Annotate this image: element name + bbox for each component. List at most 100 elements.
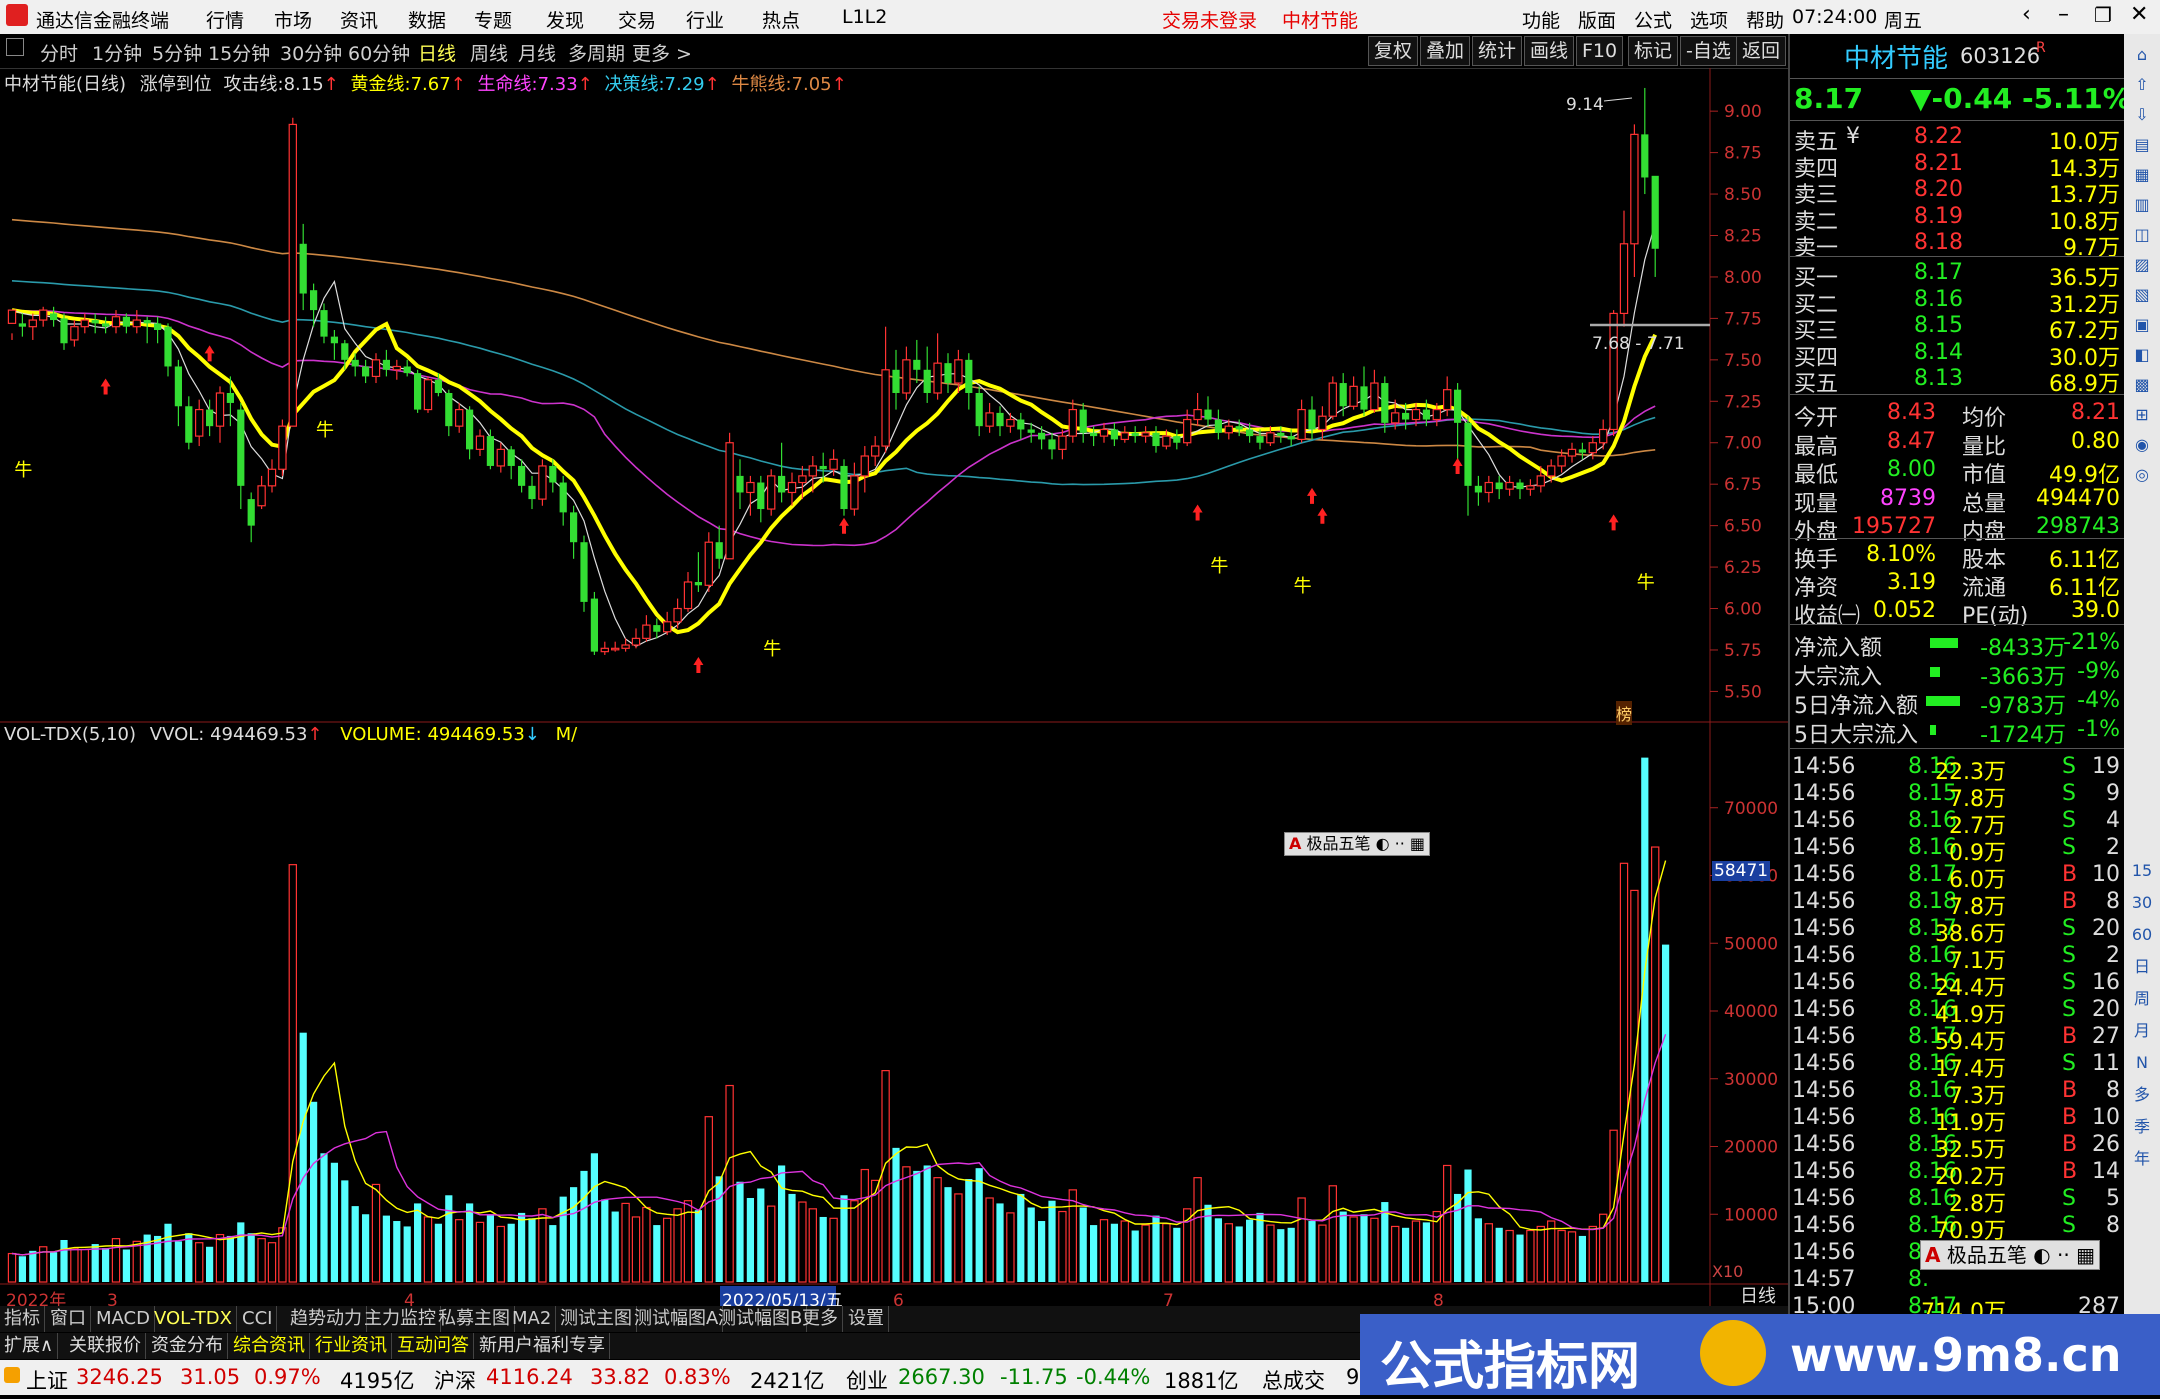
sidebar-period-7[interactable]: 多 [2131, 1084, 2153, 1106]
cy-label[interactable]: 创业 [846, 1365, 888, 1395]
sh-label[interactable]: 上证 [26, 1365, 68, 1395]
volume-bar[interactable] [382, 1215, 390, 1282]
sidebar-tool-icon[interactable]: ▣ [2131, 314, 2153, 336]
candle-body[interactable] [766, 475, 776, 510]
volume-bar[interactable] [819, 1216, 827, 1282]
volume-bar[interactable] [362, 1214, 370, 1282]
volume-bar[interactable] [1370, 1217, 1379, 1283]
candle-body[interactable] [1131, 432, 1139, 437]
candle-body[interactable] [362, 366, 370, 377]
chart-button-0[interactable]: 复权 [1368, 36, 1419, 66]
sidebar-period-0[interactable]: 15 [2131, 860, 2153, 882]
volume-bar[interactable] [528, 1218, 536, 1282]
volume-bar[interactable] [1131, 1230, 1139, 1282]
volume-bar[interactable] [590, 1153, 598, 1282]
candle-body[interactable] [621, 644, 630, 649]
menu-item-5[interactable]: 发现 [546, 6, 584, 33]
sidebar-tool-icon[interactable]: ◉ [2131, 434, 2153, 456]
menu-item-7[interactable]: 行业 [686, 6, 724, 33]
candle-body[interactable] [466, 409, 474, 450]
sidebar-tool-icon[interactable]: ⊞ [2131, 404, 2153, 426]
volume-bar[interactable] [18, 1256, 26, 1282]
menu-item-6[interactable]: 交易 [618, 6, 656, 33]
candle-body[interactable] [50, 313, 58, 321]
candle-body[interactable] [528, 485, 536, 500]
candle-body[interactable] [1588, 442, 1597, 454]
volume-bar[interactable] [1339, 1211, 1347, 1282]
candle-body[interactable] [673, 607, 682, 623]
sidebar-period-8[interactable]: 季 [2131, 1116, 2153, 1138]
candle-body[interactable] [1598, 428, 1608, 444]
volume-bar[interactable] [102, 1248, 110, 1282]
period-tab-10[interactable]: 更多 > [632, 39, 692, 66]
candle-body[interactable] [965, 359, 973, 393]
indicator-tab-4[interactable]: CCI [238, 1306, 278, 1332]
candle-body[interactable] [746, 481, 755, 494]
candle-body[interactable] [1141, 432, 1150, 437]
volume-bar[interactable] [642, 1206, 651, 1283]
candle-body[interactable] [1432, 408, 1441, 421]
volume-bar[interactable] [881, 1070, 890, 1283]
sidebar-period-6[interactable]: N [2131, 1052, 2153, 1074]
volume-bar[interactable] [538, 1208, 547, 1283]
candle-body[interactable] [382, 359, 390, 370]
volume-bar[interactable] [122, 1249, 130, 1282]
bottom-tab-6[interactable]: 新用户福利专享 [475, 1333, 610, 1359]
period-tab-1[interactable]: 1分钟 [92, 39, 142, 66]
volume-bar[interactable] [725, 1084, 734, 1283]
bottom-tab-2[interactable]: 资金分布 [147, 1333, 228, 1359]
sidebar-period-1[interactable]: 30 [2131, 892, 2153, 914]
candle-body[interactable] [662, 621, 672, 633]
volume-bar[interactable] [1318, 1224, 1327, 1283]
volume-bar[interactable] [757, 1188, 765, 1282]
candle-body[interactable] [1339, 383, 1347, 407]
volume-bar[interactable] [80, 1248, 89, 1283]
sidebar-tool-icon[interactable]: ⌂ [2131, 44, 2153, 66]
period-tab-6[interactable]: 日线 [418, 39, 456, 66]
volume-bar[interactable] [1235, 1226, 1243, 1282]
candle-body[interactable] [1630, 133, 1639, 245]
volume-bar[interactable] [1662, 944, 1670, 1282]
volume-bar[interactable] [860, 1168, 870, 1283]
volume-bar[interactable] [1474, 1218, 1482, 1282]
candle-body[interactable] [913, 359, 921, 370]
volume-bar[interactable] [1090, 1225, 1098, 1282]
candle-body[interactable] [1641, 134, 1649, 178]
candle-body[interactable] [1516, 482, 1524, 490]
sidebar-period-3[interactable]: 日 [2131, 956, 2153, 978]
candle-body[interactable] [70, 326, 79, 341]
candle-body[interactable] [778, 475, 786, 493]
ime-bar[interactable]: A 极品五笔 ◐ ·· ▦ [1284, 832, 1431, 856]
candle-body[interactable] [1048, 439, 1056, 450]
bottom-tab-1[interactable]: 关联报价 [65, 1333, 146, 1359]
candle-body[interactable] [1422, 409, 1430, 420]
candle-body[interactable] [7, 309, 17, 324]
volume-bar[interactable] [267, 1242, 277, 1283]
candle-body[interactable] [1442, 389, 1452, 411]
volume-bar[interactable] [351, 1206, 359, 1282]
volume-bar[interactable] [715, 1176, 723, 1282]
volume-bar[interactable] [518, 1212, 526, 1282]
volume-bar[interactable] [320, 1153, 328, 1282]
volume-bar[interactable] [829, 1217, 838, 1283]
candle-body[interactable] [1068, 408, 1077, 437]
candle-body[interactable] [1360, 386, 1368, 410]
volume-bar[interactable] [570, 1187, 578, 1282]
volume-bar[interactable] [559, 1196, 567, 1282]
sidebar-tool-icon[interactable]: ▨ [2131, 254, 2153, 276]
candle-body[interactable] [80, 319, 89, 328]
volume-bar[interactable] [185, 1233, 193, 1282]
indicator-tab-7[interactable]: 私募主图 [434, 1306, 515, 1332]
candle-body[interactable] [881, 369, 890, 447]
volume-bar[interactable] [746, 1197, 754, 1282]
candle-body[interactable] [185, 406, 193, 443]
candle-body[interactable] [28, 319, 38, 328]
candle-body[interactable] [1173, 436, 1181, 443]
candle-body[interactable] [1505, 481, 1514, 490]
candle-body[interactable] [1058, 435, 1067, 450]
volume-bar[interactable] [393, 1221, 401, 1282]
menu-item-9[interactable]: L1L2 [842, 6, 887, 28]
volume-bar[interactable] [132, 1240, 141, 1283]
chart-button-2[interactable]: 统计 [1472, 36, 1523, 66]
menu-item-2[interactable]: 资讯 [340, 6, 378, 33]
